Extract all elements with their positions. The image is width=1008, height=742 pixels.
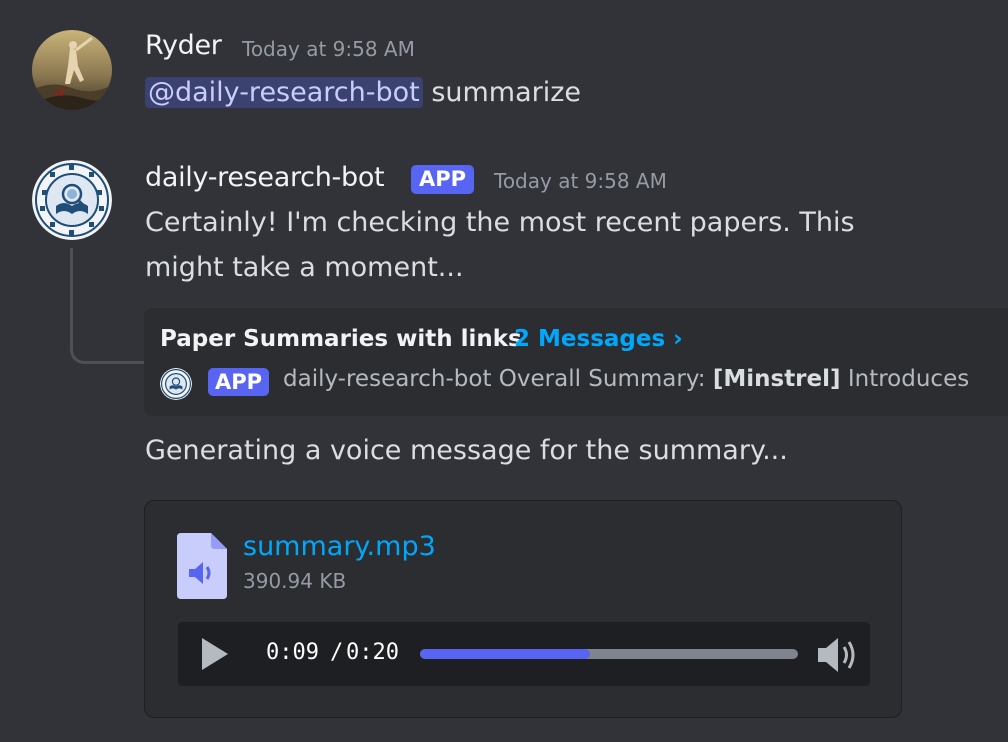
- audio-player: 0:09 / 0:20: [178, 622, 870, 686]
- thread-app-badge: APP: [208, 368, 270, 396]
- thread-preview-line: daily-research-bot Overall Summary: [Min…: [283, 366, 969, 392]
- thread-last-message: APP daily-research-bot Overall Summary: …: [160, 366, 1008, 400]
- thread-preview-card[interactable]: Paper Summaries with links 2 Messages › …: [144, 308, 1008, 416]
- play-icon[interactable]: [196, 636, 232, 672]
- message-text-line-2: might take a moment...: [145, 252, 464, 283]
- app-badge: APP: [411, 165, 475, 194]
- message-timestamp: Today at 9:58 AM: [494, 169, 667, 193]
- thread-preview-bold: [Minstrel]: [712, 366, 841, 392]
- file-name-link[interactable]: summary.mp3: [243, 531, 436, 562]
- thread-preview-prefix: Overall Summary:: [498, 366, 713, 392]
- audio-file-icon: [177, 533, 227, 599]
- thread-preview-author: daily-research-bot: [283, 366, 492, 392]
- progress-bar[interactable]: [420, 649, 798, 659]
- thread-connector: [70, 248, 144, 364]
- author-name[interactable]: daily-research-bot: [145, 162, 385, 193]
- thread-message-count[interactable]: 2 Messages ›: [514, 326, 683, 352]
- current-time: 0:09: [266, 640, 319, 665]
- file-size: 390.94 KB: [243, 569, 347, 593]
- progress-fill: [420, 649, 591, 659]
- thread-author-avatar: [160, 368, 192, 400]
- avatar-bot[interactable]: [32, 160, 112, 240]
- thread-preview-suffix: Introduces: [840, 366, 970, 392]
- followup-text: Generating a voice message for the summa…: [145, 435, 788, 466]
- thread-title[interactable]: Paper Summaries with links: [160, 326, 522, 352]
- volume-icon[interactable]: [816, 636, 860, 674]
- message-text-line-1: Certainly! I'm checking the most recent …: [145, 207, 855, 238]
- audio-attachment: summary.mp3 390.94 KB 0:09 / 0:20: [144, 500, 902, 718]
- time-separator: /: [330, 640, 344, 665]
- duration: 0:20: [346, 640, 399, 665]
- message-bot: daily-research-bot APP Today at 9:58 AM …: [0, 0, 1008, 742]
